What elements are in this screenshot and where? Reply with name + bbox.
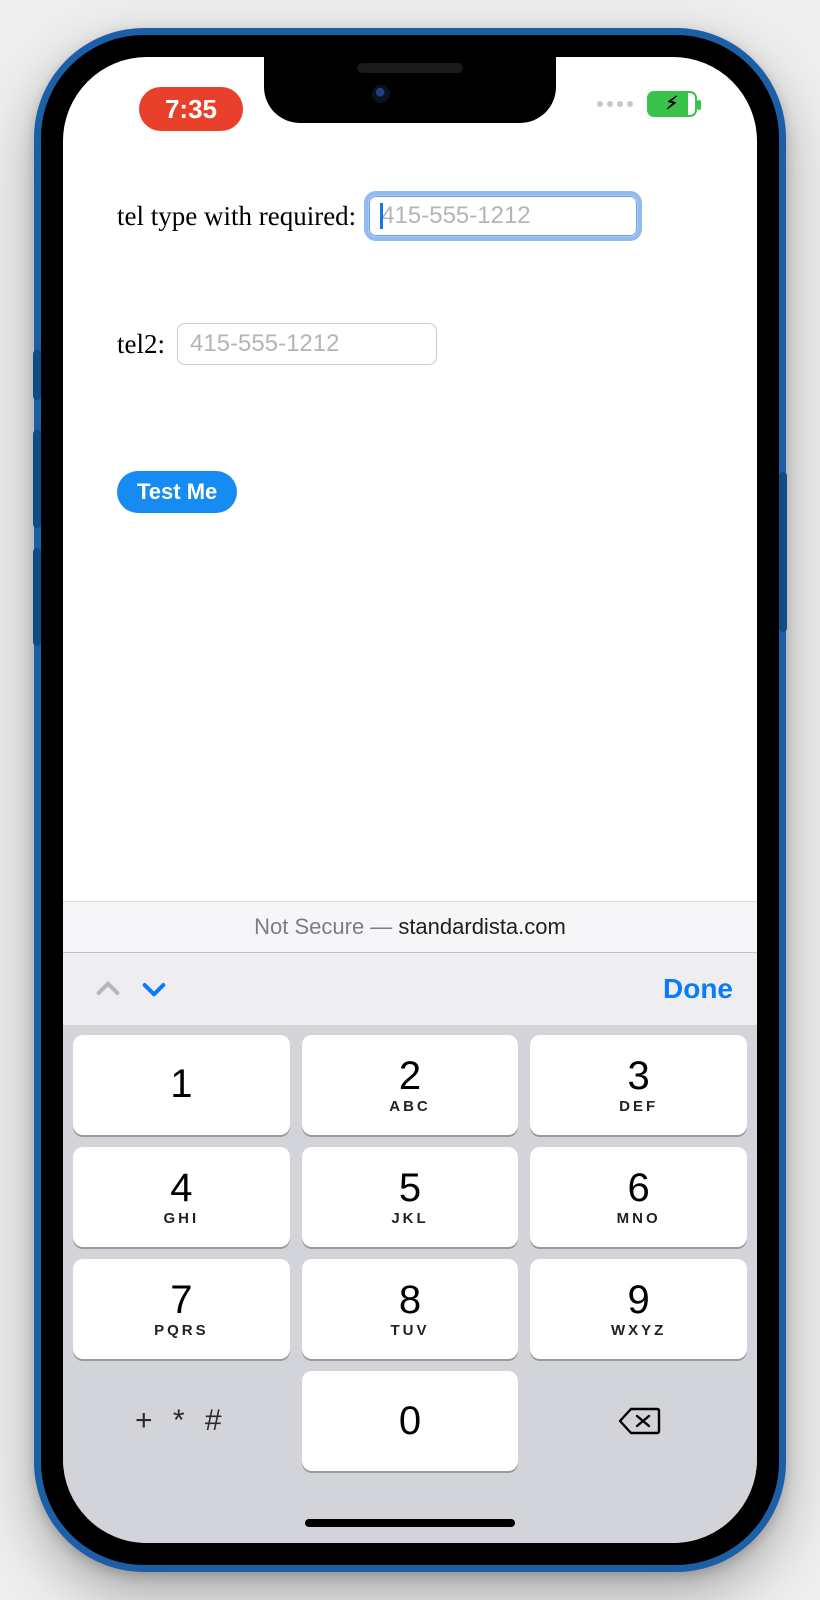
- tel2-label: tel2:: [117, 329, 165, 360]
- keypad-letters: PQRS: [154, 1322, 209, 1339]
- volume-up-button[interactable]: [33, 430, 41, 528]
- keypad-letters: WXYZ: [611, 1322, 666, 1339]
- tel1-input[interactable]: [368, 195, 638, 237]
- mute-switch[interactable]: [33, 350, 41, 400]
- keypad-digit: 3: [628, 1056, 650, 1096]
- keypad-digit: 5: [399, 1168, 421, 1208]
- keypad-digit: 0: [399, 1401, 421, 1441]
- url-domain: standardista.com: [398, 914, 566, 940]
- webpage-content: tel type with required: tel2: Test Me: [63, 141, 757, 901]
- keypad-key-4[interactable]: 4 GHI: [73, 1147, 290, 1247]
- keypad-backspace-key[interactable]: [530, 1371, 747, 1471]
- tel2-input[interactable]: [177, 323, 437, 365]
- keypad-digit: 4: [170, 1168, 192, 1208]
- keyboard-done-button[interactable]: Done: [663, 973, 733, 1005]
- keypad-digit: 6: [628, 1168, 650, 1208]
- keypad-key-8[interactable]: 8 TUV: [302, 1259, 519, 1359]
- keypad-letters: ABC: [389, 1098, 431, 1115]
- volume-down-button[interactable]: [33, 548, 41, 646]
- keypad-key-1[interactable]: 1: [73, 1035, 290, 1135]
- keypad-letters: DEF: [619, 1098, 658, 1115]
- keypad-symbols-key[interactable]: + * #: [73, 1371, 290, 1471]
- keypad-digit: 7: [170, 1280, 192, 1320]
- keypad-letters: TUV: [390, 1322, 429, 1339]
- test-me-button[interactable]: Test Me: [117, 471, 237, 513]
- device-notch: [264, 57, 556, 123]
- prev-field-button: [85, 966, 131, 1012]
- phone-keypad: 1 2 ABC 3 DEF 4 GHI: [63, 1025, 757, 1543]
- power-button[interactable]: [779, 472, 787, 632]
- battery-charging-icon: ⚡︎: [647, 91, 697, 117]
- keypad-key-7[interactable]: 7 PQRS: [73, 1259, 290, 1359]
- home-indicator[interactable]: [305, 1519, 515, 1527]
- keypad-digit: 8: [399, 1280, 421, 1320]
- keypad-letters: JKL: [391, 1210, 428, 1227]
- recording-time-pill[interactable]: 7:35: [139, 87, 243, 131]
- next-field-button[interactable]: [131, 966, 177, 1012]
- keypad-digit: 9: [628, 1280, 650, 1320]
- keyboard-accessory-bar: Done: [63, 953, 757, 1025]
- keypad-letters: GHI: [163, 1210, 199, 1227]
- keypad-key-5[interactable]: 5 JKL: [302, 1147, 519, 1247]
- text-caret: [380, 203, 383, 229]
- keypad-key-0[interactable]: 0: [302, 1371, 519, 1471]
- keypad-key-2[interactable]: 2 ABC: [302, 1035, 519, 1135]
- keypad-letters: MNO: [617, 1210, 661, 1227]
- browser-url-bar[interactable]: Not Secure — standardista.com: [63, 901, 757, 953]
- cellular-signal-icon: [597, 101, 633, 107]
- tel1-label: tel type with required:: [117, 201, 356, 232]
- not-secure-label: Not Secure —: [254, 914, 392, 940]
- keypad-key-3[interactable]: 3 DEF: [530, 1035, 747, 1135]
- keypad-key-9[interactable]: 9 WXYZ: [530, 1259, 747, 1359]
- phone-chassis: 7:35 ⚡︎ tel type with required:: [34, 28, 786, 1572]
- backspace-icon: [617, 1405, 661, 1437]
- keypad-key-6[interactable]: 6 MNO: [530, 1147, 747, 1247]
- keypad-digit: 2: [399, 1056, 421, 1096]
- keypad-digit: 1: [170, 1064, 192, 1104]
